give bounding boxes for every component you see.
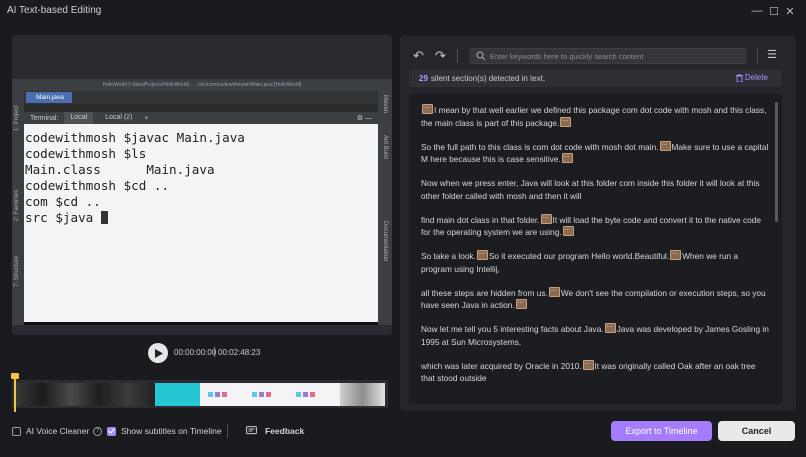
terminal-tab-local: Local [64, 112, 94, 124]
transcript-paragraph: So take a look.So it executed our progra… [421, 247, 770, 275]
redo-icon[interactable]: ↷ [435, 48, 446, 64]
toolbar-divider [457, 49, 458, 63]
terminal-line: com $cd .. [25, 194, 101, 209]
terminal-output: codewithmosh $javac Main.java codewithmo… [24, 124, 378, 322]
terminal-line: codewithmosh $ls [25, 146, 147, 161]
voice-cleaner-label: AI Voice Cleaner [26, 426, 90, 436]
ide-right-label-ant: Ant Build [382, 135, 388, 160]
filter-list-icon[interactable]: ☰ [767, 48, 777, 61]
video-frame[interactable]: HelloWorld [~/IdeaProjects/HelloWorld] -… [12, 79, 392, 325]
terminal-line-last: src $java [24, 210, 378, 226]
timeline-thumbnail [15, 383, 155, 406]
time-separator [214, 347, 215, 357]
cancel-button[interactable]: Cancel [718, 421, 795, 441]
playhead[interactable] [14, 374, 16, 412]
terminal-add-icon: + [144, 114, 149, 122]
feedback-label: Feedback [265, 426, 305, 436]
ide-title-strip: HelloWorld [~/IdeaProjects/HelloWorld] -… [12, 79, 392, 91]
silence-marker[interactable] [582, 357, 594, 370]
silence-marker[interactable] [422, 101, 433, 114]
silent-sections-bar: 29 silent section(s) detected in text. D… [409, 70, 782, 87]
silence-marker[interactable] [476, 247, 488, 260]
title-bar: AI Text-based Editing — ☐ ✕ [0, 0, 806, 22]
timeline-strip[interactable] [12, 380, 388, 408]
silent-count: 29 [419, 74, 428, 83]
thumbnail-dots-icon [208, 392, 315, 397]
delete-silent-button[interactable]: Delete [735, 73, 768, 82]
transcript-paragraph: all these steps are hidden from us.We do… [421, 284, 770, 312]
feedback-icon [246, 426, 257, 435]
ide-left-strip: 1: Project 2: Favorites 7: Structure [12, 91, 24, 325]
toolbar-divider [757, 49, 758, 63]
terminal-line: Main.class Main.java [25, 162, 215, 177]
silence-marker[interactable] [560, 114, 572, 127]
undo-icon[interactable]: ↶ [413, 48, 424, 64]
show-subtitles-option[interactable]: Show subtitles on Timeline [107, 424, 222, 438]
transcript-paragraph: which was later acquired by Oracle in 20… [421, 357, 770, 385]
duration: 00:02:48:23 [218, 348, 261, 357]
gear-icon: ⚙ — [356, 115, 372, 122]
terminal-header: Terminal: Local Local (2) + ⚙ — [24, 112, 378, 124]
play-button[interactable] [148, 343, 168, 363]
silence-marker[interactable] [515, 296, 527, 309]
terminal-line: codewithmosh $cd .. [25, 178, 170, 193]
timeline-thumbnail [340, 383, 385, 406]
transcript-paragraph: I mean by that well earlier we defined t… [421, 101, 770, 129]
close-button[interactable]: ✕ [781, 2, 799, 20]
transcript-scrollbar[interactable] [775, 102, 778, 222]
check-icon [108, 428, 115, 434]
ide-right-label-maven: Maven [382, 95, 388, 114]
minimize-button[interactable]: — [748, 2, 766, 20]
delete-label: Delete [744, 73, 768, 82]
voice-cleaner-checkbox[interactable] [12, 426, 21, 436]
ide-left-label-structure: 7: Structure [14, 255, 20, 287]
silence-marker[interactable] [548, 284, 560, 297]
timeline-thumbnail [155, 383, 200, 406]
ide-right-strip: Maven Ant Build Documentation [378, 91, 392, 325]
ide-editor-area [24, 104, 378, 112]
terminal-line: codewithmosh $javac Main.java [25, 130, 245, 145]
transcript-paragraph: So the full path to this class is com do… [421, 138, 770, 166]
silence-marker[interactable] [604, 320, 616, 333]
terminal-cursor [100, 211, 108, 224]
video-preview-panel: HelloWorld [~/IdeaProjects/HelloWorld] -… [12, 35, 392, 335]
terminal-label: Terminal: [30, 114, 59, 122]
feedback-button[interactable]: Feedback [246, 424, 304, 438]
transcript-text[interactable]: I mean by that well earlier we defined t… [409, 94, 782, 404]
terminal-tab-local-2: Local (2) [105, 114, 133, 121]
transcript-panel: ↶ ↷ ☰ 29 silent section(s) detected in t… [400, 36, 796, 411]
ide-tab-strip: Main.java [12, 91, 392, 104]
window-title: AI Text-based Editing [7, 5, 102, 16]
ide-left-label-favorites: 2: Favorites [14, 189, 20, 221]
ide-left-label-project: 1: Project [14, 105, 20, 131]
transcript-paragraph: Now let me tell you 5 interesting facts … [421, 320, 770, 348]
silent-text: silent section(s) detected in text. [430, 74, 546, 83]
help-icon[interactable]: ? [93, 426, 103, 436]
footer-divider [227, 424, 228, 438]
search-input[interactable] [490, 51, 746, 61]
ide-editor-tab: Main.java [26, 92, 72, 103]
transcript-paragraph: Now when we press enter, Java will look … [421, 178, 760, 201]
export-to-timeline-button[interactable]: Export to Timeline [611, 421, 712, 441]
search-icon [476, 51, 486, 61]
show-subtitles-label: Show subtitles on Timeline [121, 426, 222, 436]
silence-marker[interactable] [562, 223, 574, 236]
voice-cleaner-option[interactable]: AI Voice Cleaner ? [12, 424, 103, 438]
silence-marker[interactable] [670, 247, 682, 260]
ide-right-label-docs: Documentation [382, 221, 388, 262]
timeline-thumbnail [200, 383, 340, 406]
current-time: 00:00:00:00 [174, 348, 217, 357]
search-box[interactable] [469, 48, 747, 64]
silence-marker[interactable] [659, 138, 671, 151]
show-subtitles-checkbox[interactable] [107, 426, 116, 436]
play-icon [155, 348, 163, 358]
terminal-line: src $java [25, 210, 101, 225]
trash-icon [735, 73, 743, 82]
silence-marker[interactable] [540, 211, 552, 224]
transcript-paragraph: find main dot class in that folder.It wi… [421, 211, 770, 239]
silence-marker[interactable] [561, 150, 573, 163]
